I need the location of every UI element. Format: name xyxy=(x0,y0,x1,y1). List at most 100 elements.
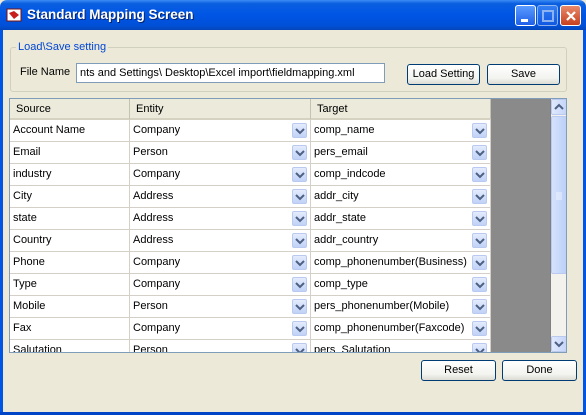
entity-value: Company xyxy=(133,124,181,136)
chevron-down-icon[interactable] xyxy=(472,233,487,248)
table-row: Phone Company comp_phonenumber(Business) xyxy=(10,252,491,274)
entity-value: Address xyxy=(133,190,174,202)
target-value: comp_phonenumber(Business) xyxy=(314,256,467,268)
done-button[interactable]: Done xyxy=(502,360,577,381)
mapping-grid: Source Entity Target Account Name Company… xyxy=(9,98,567,353)
source-cell[interactable]: Salutation xyxy=(10,340,130,352)
chevron-down-icon[interactable] xyxy=(292,299,307,314)
target-select[interactable]: comp_phonenumber(Faxcode) xyxy=(311,318,491,340)
source-cell[interactable]: Email xyxy=(10,142,130,164)
source-cell[interactable]: City xyxy=(10,186,130,208)
source-cell[interactable]: Country xyxy=(10,230,130,252)
entity-select[interactable]: Address xyxy=(130,230,311,252)
source-cell[interactable]: Account Name xyxy=(10,120,130,142)
target-value: addr_state xyxy=(314,212,366,224)
entity-select[interactable]: Company xyxy=(130,120,311,142)
target-select[interactable]: comp_name xyxy=(311,120,491,142)
scroll-thumb[interactable] xyxy=(551,116,566,274)
entity-select[interactable]: Company xyxy=(130,252,311,274)
target-value: comp_type xyxy=(314,278,368,290)
entity-select[interactable]: Person xyxy=(130,142,311,164)
chevron-down-icon[interactable] xyxy=(292,255,307,270)
load-save-legend: Load\Save setting xyxy=(16,41,109,53)
entity-value: Company xyxy=(133,278,181,290)
chevron-down-icon[interactable] xyxy=(292,343,307,352)
table-row: Account Name Company comp_name xyxy=(10,120,491,142)
target-select[interactable]: comp_indcode xyxy=(311,164,491,186)
window-title: Standard Mapping Screen xyxy=(27,7,194,22)
target-select[interactable]: pers_email xyxy=(311,142,491,164)
target-select[interactable]: addr_state xyxy=(311,208,491,230)
chevron-down-icon[interactable] xyxy=(292,123,307,138)
source-cell[interactable]: Type xyxy=(10,274,130,296)
grid-rows: Account Name Company comp_name Email Person p… xyxy=(10,120,491,353)
chevron-down-icon[interactable] xyxy=(472,299,487,314)
maximize-button[interactable] xyxy=(537,5,558,26)
title-bar[interactable]: Standard Mapping Screen xyxy=(0,0,586,30)
vertical-scrollbar[interactable] xyxy=(551,99,566,352)
load-setting-button[interactable]: Load Setting xyxy=(407,64,480,85)
column-header-target[interactable]: Target xyxy=(311,99,491,120)
minimize-button[interactable] xyxy=(515,5,536,26)
reset-button[interactable]: Reset xyxy=(421,360,496,381)
source-cell[interactable]: Fax xyxy=(10,318,130,340)
target-value: addr_country xyxy=(314,234,379,246)
chevron-down-icon[interactable] xyxy=(292,277,307,292)
column-header-entity[interactable]: Entity xyxy=(130,99,311,120)
chevron-down-icon[interactable] xyxy=(472,277,487,292)
entity-select[interactable]: Company xyxy=(130,318,311,340)
entity-value: Person xyxy=(133,344,168,353)
file-name-input[interactable]: nts and Settings\ Desktop\Excel import\f… xyxy=(76,63,385,83)
chevron-down-icon[interactable] xyxy=(472,123,487,138)
chevron-down-icon[interactable] xyxy=(472,343,487,352)
entity-value: Company xyxy=(133,168,181,180)
entity-select[interactable]: Address xyxy=(130,186,311,208)
window-frame-left xyxy=(0,30,3,415)
entity-value: Address xyxy=(133,212,174,224)
chevron-down-icon[interactable] xyxy=(472,189,487,204)
chevron-down-icon[interactable] xyxy=(292,189,307,204)
chevron-down-icon[interactable] xyxy=(292,211,307,226)
table-row: Salutation Person pers_Salutation xyxy=(10,340,491,353)
chevron-down-icon[interactable] xyxy=(292,321,307,336)
target-select[interactable]: addr_country xyxy=(311,230,491,252)
entity-select[interactable]: Company xyxy=(130,274,311,296)
chevron-down-icon[interactable] xyxy=(472,321,487,336)
save-button[interactable]: Save xyxy=(487,64,560,85)
table-row: industry Company comp_indcode xyxy=(10,164,491,186)
scroll-down-button[interactable] xyxy=(551,336,566,352)
chevron-down-icon[interactable] xyxy=(472,167,487,182)
chevron-down-icon[interactable] xyxy=(472,255,487,270)
entity-value: Person xyxy=(133,300,168,312)
source-cell[interactable]: state xyxy=(10,208,130,230)
target-value: addr_city xyxy=(314,190,359,202)
target-select[interactable]: pers_Salutation xyxy=(311,340,491,352)
table-row: Fax Company comp_phonenumber(Faxcode) xyxy=(10,318,491,340)
entity-select[interactable]: Person xyxy=(130,296,311,318)
entity-value: Company xyxy=(133,256,181,268)
scroll-up-button[interactable] xyxy=(551,99,566,115)
chevron-down-icon[interactable] xyxy=(292,145,307,160)
chevron-down-icon[interactable] xyxy=(472,145,487,160)
table-row: Email Person pers_email xyxy=(10,142,491,164)
target-value: pers_phonenumber(Mobile) xyxy=(314,300,450,312)
source-cell[interactable]: industry xyxy=(10,164,130,186)
column-header-source[interactable]: Source xyxy=(10,99,130,120)
target-select[interactable]: pers_phonenumber(Mobile) xyxy=(311,296,491,318)
entity-select[interactable]: Company xyxy=(130,164,311,186)
entity-select[interactable]: Person xyxy=(130,340,311,353)
chevron-down-icon[interactable] xyxy=(472,211,487,226)
source-cell[interactable]: Phone xyxy=(10,252,130,274)
entity-select[interactable]: Address xyxy=(130,208,311,230)
target-select[interactable]: addr_city xyxy=(311,186,491,208)
grid-body: Source Entity Target Account Name Company… xyxy=(10,99,550,352)
target-select[interactable]: comp_phonenumber(Business) xyxy=(311,252,491,274)
chevron-down-icon[interactable] xyxy=(292,167,307,182)
source-cell[interactable]: Mobile xyxy=(10,296,130,318)
chevron-down-icon[interactable] xyxy=(292,233,307,248)
target-select[interactable]: comp_type xyxy=(311,274,491,296)
close-button[interactable] xyxy=(560,5,581,26)
app-icon xyxy=(6,7,22,23)
table-row: state Address addr_state xyxy=(10,208,491,230)
target-value: comp_indcode xyxy=(314,168,386,180)
